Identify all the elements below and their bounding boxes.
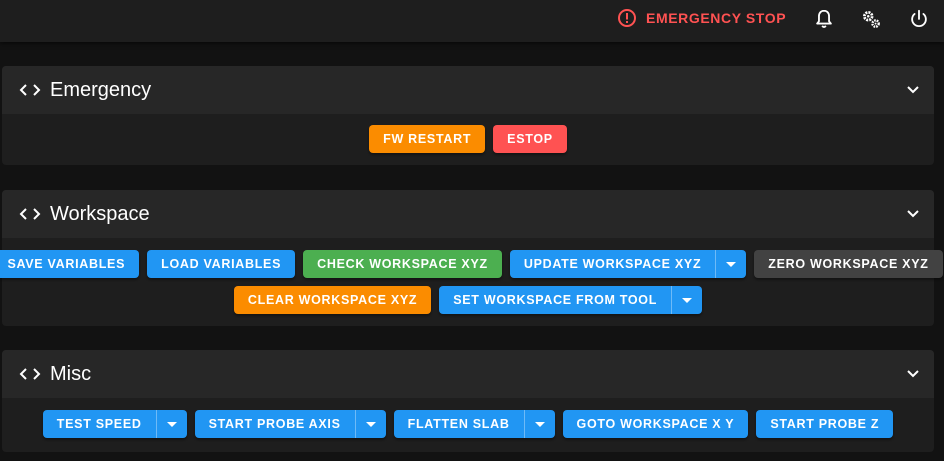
flatten-slab-button[interactable]: FLATTEN SLAB — [393, 410, 555, 438]
set-workspace-from-tool-button[interactable]: SET WORKSPACE FROM TOOL — [439, 286, 703, 314]
workspace-panel: Workspace SAVE VARIABLES LOAD VARIABLES … — [0, 190, 943, 326]
power-icon[interactable] — [908, 8, 930, 30]
chevron-down-icon[interactable] — [906, 367, 920, 381]
clear-workspace-button[interactable]: CLEAR WORKSPACE XYZ — [233, 286, 432, 314]
test-speed-dropdown[interactable] — [155, 410, 187, 438]
caret-down-icon — [682, 297, 693, 303]
emergency-panel-header[interactable]: Emergency — [2, 66, 934, 114]
emergency-stop-button[interactable]: EMERGENCY STOP — [617, 7, 786, 29]
goto-workspace-button[interactable]: GOTO WORKSPACE X Y — [562, 410, 749, 438]
misc-button-row: TEST SPEED START PROBE AXIS FLATTEN SLAB… — [2, 410, 934, 438]
misc-panel: Misc TEST SPEED START PROBE AXIS FLATTEN… — [2, 350, 934, 452]
caret-down-icon — [726, 261, 737, 267]
fw-restart-button[interactable]: FW RESTART — [369, 125, 486, 153]
check-workspace-button[interactable]: CHECK WORKSPACE XYZ — [303, 250, 502, 278]
test-speed-button[interactable]: TEST SPEED — [42, 410, 187, 438]
misc-panel-header[interactable]: Misc — [2, 350, 934, 398]
panel-title: Misc — [50, 362, 92, 385]
update-workspace-dropdown[interactable] — [715, 250, 746, 278]
cogs-icon[interactable] — [860, 8, 882, 30]
top-app-bar: EMERGENCY STOP — [0, 0, 944, 42]
caret-down-icon — [365, 421, 376, 427]
start-probe-axis-button[interactable]: START PROBE AXIS — [194, 410, 386, 438]
workspace-button-row-1: SAVE VARIABLES LOAD VARIABLES CHECK WORK… — [0, 250, 943, 278]
emergency-button-row: FW RESTART ESTOP — [2, 125, 934, 153]
alert-circle-icon — [618, 9, 636, 27]
bell-icon[interactable] — [813, 8, 835, 30]
emergency-panel: Emergency FW RESTART ESTOP — [2, 66, 934, 165]
chevron-down-icon[interactable] — [906, 83, 920, 97]
start-probe-axis-dropdown[interactable] — [354, 410, 386, 438]
panel-title: Workspace — [50, 202, 150, 225]
emergency-stop-label: EMERGENCY STOP — [646, 10, 787, 26]
workspace-panel-header[interactable]: Workspace — [2, 190, 934, 238]
caret-down-icon — [534, 421, 545, 427]
code-icon — [19, 84, 41, 96]
panel-title: Emergency — [50, 78, 152, 101]
load-variables-button[interactable]: LOAD VARIABLES — [147, 250, 296, 278]
estop-button[interactable]: ESTOP — [493, 125, 567, 153]
set-workspace-dropdown[interactable] — [671, 286, 702, 314]
code-icon — [19, 208, 41, 220]
start-probe-z-button[interactable]: START PROBE Z — [756, 410, 894, 438]
chevron-down-icon[interactable] — [906, 207, 920, 221]
code-icon — [19, 368, 41, 380]
save-variables-button[interactable]: SAVE VARIABLES — [0, 250, 140, 278]
update-workspace-button[interactable]: UPDATE WORKSPACE XYZ — [509, 250, 747, 278]
flatten-slab-dropdown[interactable] — [523, 410, 555, 438]
zero-workspace-button[interactable]: ZERO WORKSPACE XYZ — [754, 250, 943, 278]
caret-down-icon — [166, 421, 177, 427]
workspace-button-row-2: CLEAR WORKSPACE XYZ SET WORKSPACE FROM T… — [2, 286, 934, 314]
